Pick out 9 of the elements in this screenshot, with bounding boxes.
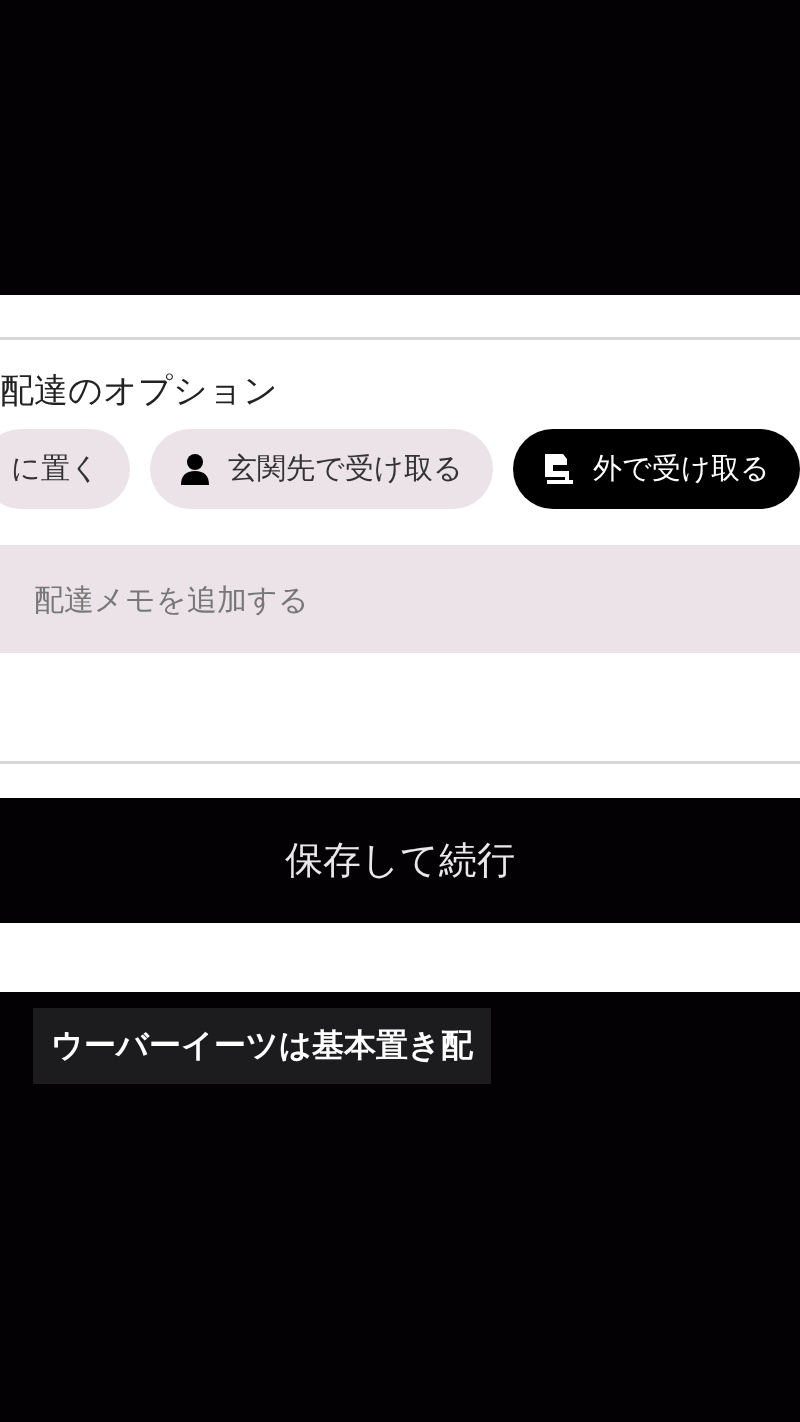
person-icon: [180, 453, 210, 486]
delivery-option-chip[interactable]: 外で受け取る: [513, 429, 800, 510]
delivery-option-chip[interactable]: 玄関先で受け取る: [150, 429, 493, 510]
save-button[interactable]: 保存して続行: [0, 798, 800, 924]
section-title: 配達のオプション: [0, 372, 279, 410]
caption: ウーバーイーツは基本置き配: [33, 1008, 491, 1084]
building-icon: [543, 452, 575, 487]
delivery-option-chip[interactable]: に置く: [0, 429, 130, 510]
memo-field[interactable]: 配達メモを追加する: [0, 545, 800, 654]
